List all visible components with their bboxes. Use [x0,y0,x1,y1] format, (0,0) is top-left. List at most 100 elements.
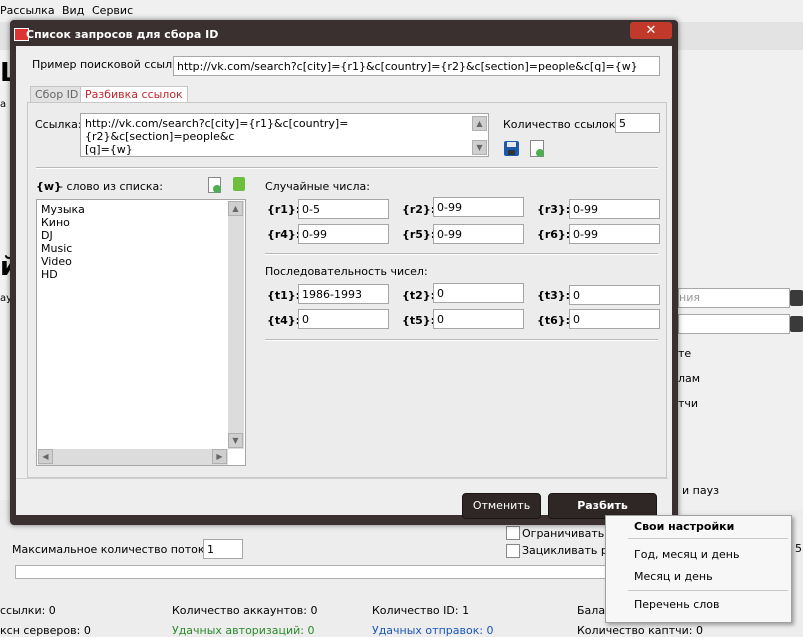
t6-input[interactable]: 0 [569,309,660,329]
t2-tag: {t2}: [402,289,435,302]
max-threads-value: 1 [207,543,214,556]
r5-value: 0-99 [437,228,462,241]
footer-divider [16,478,668,479]
r5-input[interactable]: 0-99 [433,224,524,244]
r2-tag: {r2}: [402,203,436,216]
t1-tag: {t1}: [267,289,300,302]
load-file-icon[interactable] [530,140,544,157]
bg-label-2: лам [678,372,701,385]
list-item[interactable]: HD [41,268,85,281]
menu-item-year-month-day[interactable]: Год, месяц и день [634,548,739,561]
limit-checkbox[interactable] [506,526,520,540]
count-label: Количество ссылок: [503,118,620,131]
r1-value: 0-5 [302,203,320,216]
bg-label-3: тчи [678,397,699,410]
max-threads-label: Максимальное количество потоков: [12,543,222,556]
r6-input[interactable]: 0-99 [569,224,660,244]
horizontal-scrollbar[interactable]: ◀ ▶ [38,449,228,465]
r3-input[interactable]: 0-99 [569,199,660,219]
tab-split-links-label: Разбивка ссылок [85,88,183,101]
close-button[interactable]: ✕ [630,22,672,39]
menu-item-word-list[interactable]: Перечень слов [634,598,720,611]
link-text: http://vk.com/search?c[city]={r1}&c[coun… [85,117,488,156]
count-value: 5 [619,117,626,130]
clear-words-icon[interactable] [233,177,245,191]
scroll-down-icon[interactable]: ▼ [228,433,243,448]
r1-tag: {r1}: [267,203,301,216]
stat-auth-success: Удачных авторизаций: 0 [172,624,315,637]
t3-value: 0 [573,289,580,302]
scroll-up-icon[interactable]: ▲ [228,201,243,216]
menu-separator [628,538,788,539]
stat-links: ссылки: 0 [0,604,56,617]
link-text-line1: http://vk.com/search?c[city]={r1}&c[coun… [85,117,349,143]
combo-dropdown-icon-2[interactable] [790,316,803,332]
words-list[interactable]: Музыка Кино DJ Music Video HD ▲ ▼ ◀ ▶ [36,199,246,466]
bg-partial-value: 5 [795,542,802,555]
list-item[interactable]: Музыка [41,203,85,216]
t2-input[interactable]: 0 [433,283,524,303]
menu-item-month-day[interactable]: Месяц и день [634,570,713,583]
t3-input[interactable]: 0 [569,285,660,305]
r4-value: 0-99 [302,228,327,241]
cancel-button[interactable]: Отменить [462,493,541,519]
bg-text-fragment: а [0,99,7,110]
t4-input[interactable]: 0 [298,309,389,329]
tab-collect-id-label: Сбор ID [35,88,79,101]
r2-input[interactable]: 0-99 [433,197,524,217]
scroll-right-icon[interactable]: ▶ [212,449,227,464]
divider [265,339,658,341]
t1-value: 1986-1993 [302,288,362,301]
max-threads-input[interactable]: 1 [203,539,243,559]
divider [36,167,658,169]
list-item[interactable]: Video [41,255,85,268]
link-label: Ссылка: [35,118,82,131]
save-icon[interactable] [504,141,519,156]
dialog-title: Список запросов для сбора ID [26,28,219,41]
w-tag: {w} [36,180,62,193]
menu-view[interactable]: Вид [62,4,84,17]
r5-tag: {r5}: [402,228,436,241]
t5-value: 0 [437,313,444,326]
menu-item-custom-settings[interactable]: Свои настройки [634,520,734,533]
list-item[interactable]: DJ [41,229,85,242]
combo-dropdown-icon[interactable] [790,290,803,306]
scroll-down-icon[interactable]: ▼ [472,140,487,155]
stat-servers: ксн серверов: 0 [0,624,91,637]
r6-value: 0-99 [573,228,598,241]
t4-tag: {t4}: [267,314,300,327]
loop-checkbox[interactable] [506,544,520,558]
example-label: Пример поисковой ссылки: [32,58,190,71]
stat-accounts: Количество аккаунтов: 0 [172,604,318,617]
menu-service[interactable]: Сервис [92,4,133,17]
example-link-field[interactable]: http://vk.com/search?c[city]={r1}&c[coun… [173,56,660,76]
count-input[interactable]: 5 [615,113,660,133]
w-description: - слово из списка: [59,180,164,193]
list-item[interactable]: Music [41,242,85,255]
link-text-line2: [q]={w} [85,143,133,156]
bg-combo-1[interactable]: ния [678,288,790,308]
split-links-panel: Ссылка: http://vk.com/search?c[city]={r1… [27,102,667,478]
t3-tag: {t3}: [537,289,570,302]
r4-tag: {r4}: [267,228,301,241]
stat-captcha: Количество каптчи: 0 [577,624,703,637]
t1-input[interactable]: 1986-1993 [298,284,389,304]
vertical-scrollbar[interactable]: ▲ ▼ [228,201,244,449]
list-item[interactable]: Кино [41,216,85,229]
split-button-label: Разбить [577,499,628,512]
import-words-icon[interactable] [208,177,221,193]
limit-label: Ограничивать п [522,527,615,540]
link-textarea[interactable]: http://vk.com/search?c[city]={r1}&c[coun… [80,113,489,157]
r2-value: 0-99 [437,201,462,214]
random-header: Случайные числа: [265,180,370,193]
bg-combo-2[interactable] [678,314,790,334]
scroll-up-icon[interactable]: ▲ [472,116,487,131]
r1-input[interactable]: 0-5 [298,199,389,219]
menu-mailing[interactable]: Рассылка [0,4,55,17]
r6-tag: {r6}: [537,228,571,241]
t5-input[interactable]: 0 [433,309,524,329]
scroll-left-icon[interactable]: ◀ [38,449,53,464]
stat-send-success: Удачных отправок: 0 [372,624,494,637]
r4-input[interactable]: 0-99 [298,224,389,244]
bg-label-1: те [678,347,692,360]
